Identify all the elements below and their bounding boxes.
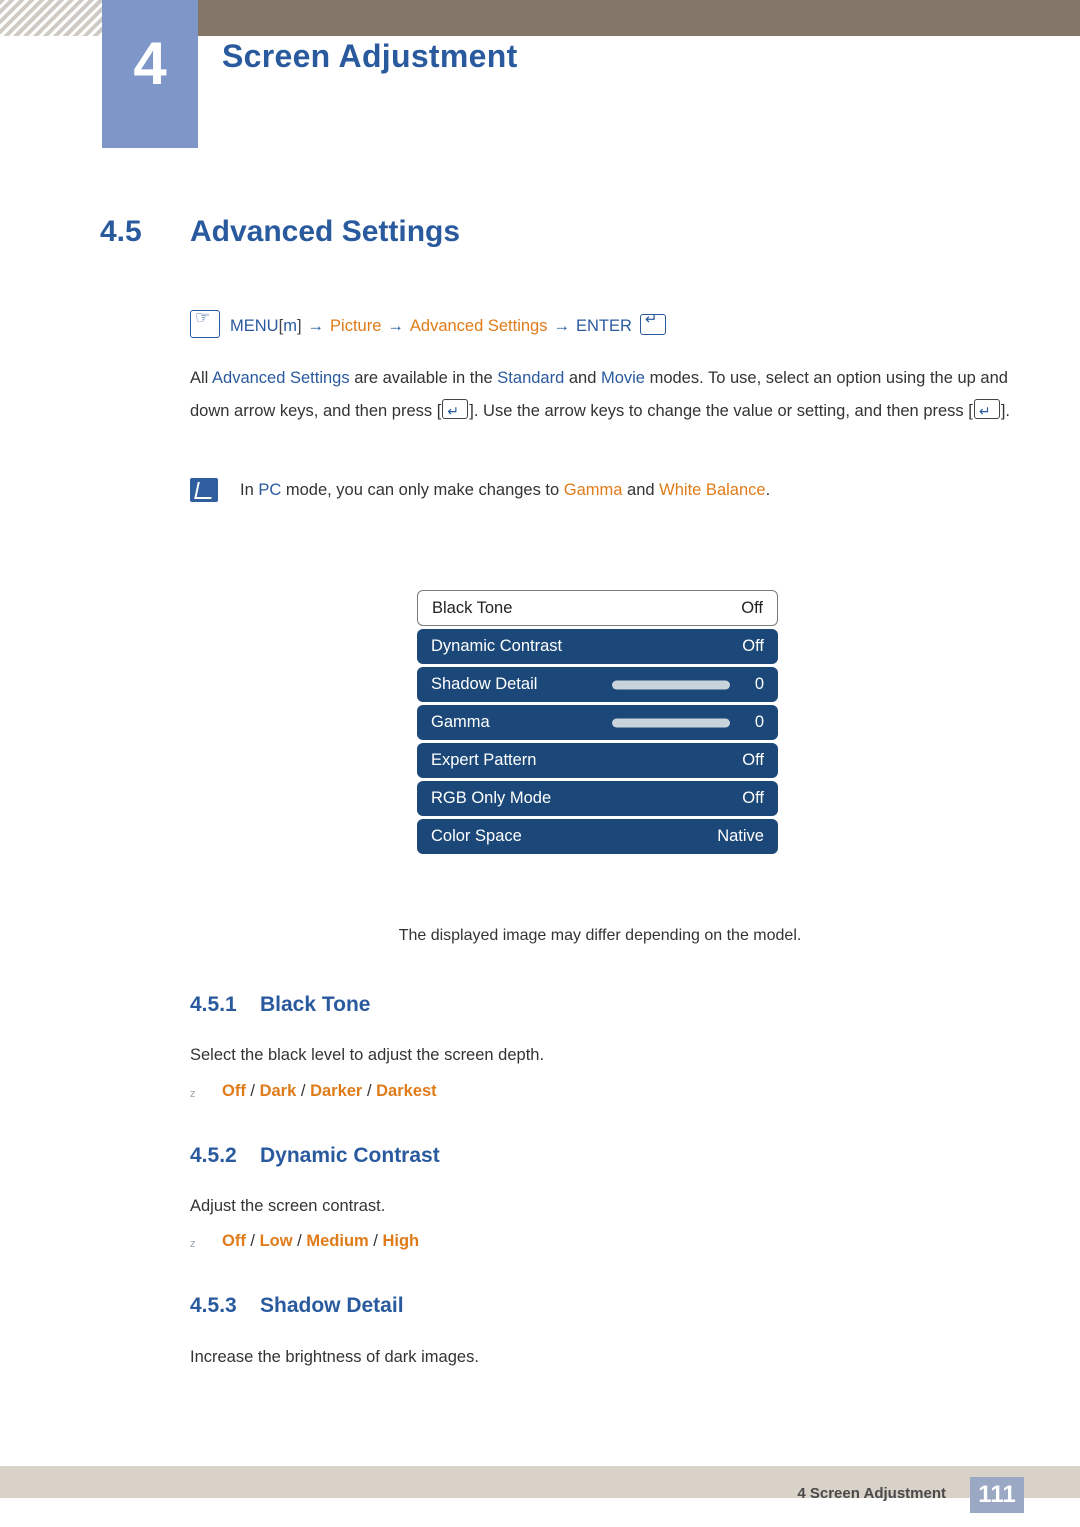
path-arrow-2: → <box>387 317 404 335</box>
para-text-8: ]. Use the arrow keys to change the valu… <box>469 402 973 420</box>
note-term-gamma: Gamma <box>563 481 623 499</box>
section-heading: 4.5 Advanced Settings <box>100 215 460 249</box>
osd-value: Native <box>717 827 764 845</box>
subsection-body-451: Select the black level to adjust the scr… <box>190 1046 545 1064</box>
hand-press-icon <box>190 308 220 338</box>
subsection-body-452: Adjust the screen contrast. <box>190 1197 386 1215</box>
osd-label: Black Tone <box>432 598 513 617</box>
osd-value: Off <box>742 637 764 655</box>
subsection-heading-453: 4.5.3 Shadow Detail <box>190 1294 404 1318</box>
menu-step-advanced-settings: Advanced Settings <box>409 317 548 335</box>
subsection-number: 4.5.1 <box>190 993 237 1016</box>
osd-label: Shadow Detail <box>431 675 538 693</box>
menu-key-glyph: m <box>283 317 297 335</box>
osd-row-shadow-detail[interactable]: Shadow Detail 0 <box>417 667 778 702</box>
subsection-heading-451: 4.5.1 Black Tone <box>190 993 370 1017</box>
para-text-1: All <box>190 369 213 387</box>
subsection-options-452: z Off / Low / Medium / High <box>190 1232 420 1250</box>
osd-slider-track[interactable] <box>612 718 730 727</box>
subsection-body-453: Increase the brightness of dark images. <box>190 1348 479 1366</box>
note-text: In PC mode, you can only make changes to… <box>240 476 1020 504</box>
para-term-standard: Standard <box>497 369 565 387</box>
header-hatch-pattern <box>0 0 102 36</box>
option-off: Off <box>222 1082 246 1100</box>
subsection-title: Shadow Detail <box>260 1294 404 1317</box>
path-arrow-3: → <box>553 317 570 335</box>
bullet-icon: z <box>190 1238 196 1250</box>
menu-label: MENU <box>230 317 279 335</box>
osd-label: Dynamic Contrast <box>431 637 563 655</box>
option-dark: Dark <box>259 1082 297 1100</box>
para-text-5: and <box>564 369 601 387</box>
bracket-close: ] <box>296 317 302 335</box>
menu-path: MENU[m]→Picture→Advanced Settings→ENTER <box>190 308 666 338</box>
osd-row-gamma[interactable]: Gamma 0 <box>417 705 778 740</box>
osd-value: 0 <box>754 675 764 693</box>
note-text-7: . <box>765 481 771 499</box>
osd-row-dynamic-contrast[interactable]: Dynamic Contrast Off <box>417 629 778 664</box>
osd-label: RGB Only Mode <box>431 789 552 807</box>
subsection-title: Dynamic Contrast <box>260 1144 440 1167</box>
option-darkest: Darkest <box>376 1082 437 1100</box>
osd-row-rgb-only-mode[interactable]: RGB Only Mode Off <box>417 781 778 816</box>
subsection-number: 4.5.2 <box>190 1144 237 1167</box>
osd-value: Off <box>742 789 764 807</box>
osd-row-expert-pattern[interactable]: Expert Pattern Off <box>417 743 778 778</box>
para-term-movie: Movie <box>600 369 645 387</box>
osd-row-color-space[interactable]: Color Space Native <box>417 819 778 854</box>
option-high: High <box>382 1232 420 1250</box>
chapter-number-badge: 4 <box>102 0 198 148</box>
chapter-title: Screen Adjustment <box>222 38 518 74</box>
option-medium: Medium <box>306 1232 369 1250</box>
section-number: 4.5 <box>100 215 142 248</box>
enter-key-inline-icon-1 <box>442 395 469 428</box>
footer-chapter-label: 4 Screen Adjustment <box>797 1485 946 1502</box>
note-icon <box>190 478 218 502</box>
osd-value: Off <box>742 751 764 769</box>
option-off: Off <box>222 1232 246 1250</box>
intro-paragraph: All Advanced Settings are available in t… <box>190 362 1010 428</box>
osd-label: Color Space <box>431 827 522 845</box>
subsection-options-451: z Off / Dark / Darker / Darkest <box>190 1082 437 1100</box>
option-low: Low <box>259 1232 293 1250</box>
path-arrow-1: → <box>307 317 325 335</box>
section-title: Advanced Settings <box>190 215 461 248</box>
subsection-number: 4.5.3 <box>190 1294 237 1317</box>
osd-menu-mock: Black Tone Off Dynamic Contrast Off Shad… <box>417 590 778 857</box>
enter-label: ENTER <box>575 317 632 335</box>
note-text-1: In <box>240 481 259 499</box>
enter-key-icon <box>639 310 666 335</box>
menu-step-picture: Picture <box>330 317 382 335</box>
subsection-heading-452: 4.5.2 Dynamic Contrast <box>190 1144 440 1168</box>
note-text-5: and <box>622 481 660 499</box>
osd-value: 0 <box>754 713 764 731</box>
para-text-3: are available in the <box>349 369 498 387</box>
enter-key-inline-icon-2 <box>973 395 1000 428</box>
para-term-advanced-settings: Advanced Settings <box>212 369 350 387</box>
bullet-icon: z <box>190 1088 196 1100</box>
osd-slider-track[interactable] <box>612 680 730 689</box>
note-term-pc: PC <box>258 481 282 499</box>
osd-value: Off <box>741 598 763 617</box>
note-text-3: mode, you can only make changes to <box>281 481 564 499</box>
osd-row-black-tone[interactable]: Black Tone Off <box>417 590 778 626</box>
osd-caption: The displayed image may differ depending… <box>398 927 802 944</box>
option-darker: Darker <box>310 1082 363 1100</box>
osd-label: Gamma <box>431 713 490 731</box>
subsection-title: Black Tone <box>260 993 371 1016</box>
footer-page-number: 111 <box>970 1477 1024 1513</box>
note-term-white-balance: White Balance <box>659 481 766 499</box>
para-text-9: ]. <box>1000 402 1011 420</box>
osd-label: Expert Pattern <box>431 751 537 769</box>
